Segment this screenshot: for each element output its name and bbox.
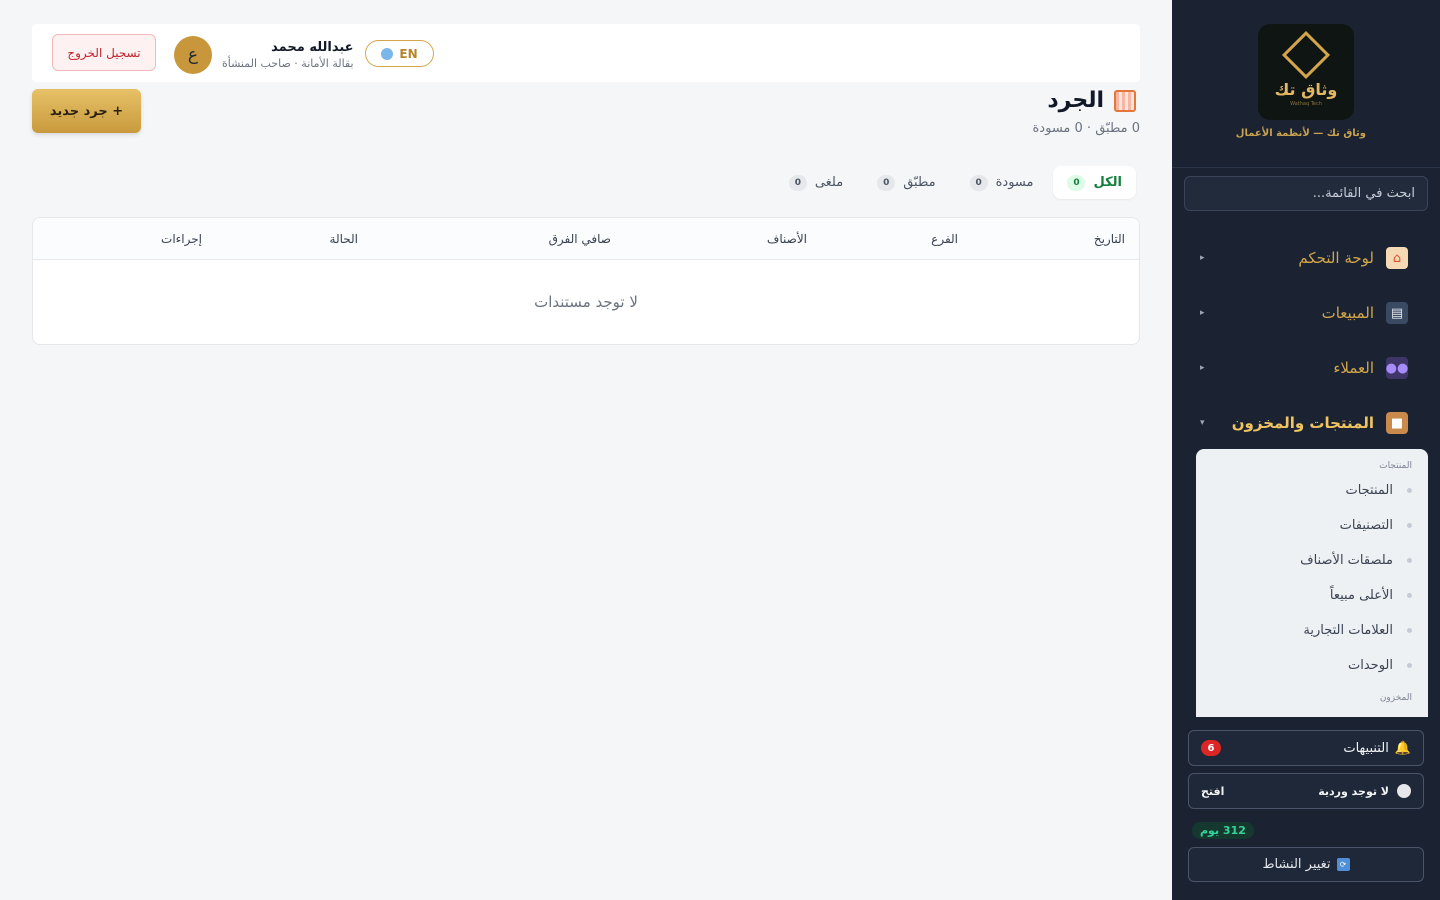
submenu-heading-products: المنتجات	[1379, 461, 1412, 471]
refresh-icon: ⟳	[1336, 858, 1350, 871]
tab-draft[interactable]: مسودة 0	[956, 166, 1048, 199]
column-header-status: الحالة	[329, 232, 358, 246]
shift-box: لا توجد وردية افتح	[1188, 773, 1424, 809]
page-title: الجرد	[1047, 88, 1104, 113]
tab-applied[interactable]: مطبّق 0	[863, 166, 949, 199]
switch-business-label: تغيير النشاط	[1262, 857, 1331, 872]
topbar: عبدالله محمد بقالة الأمانة · صاحب المنشأ…	[32, 24, 1140, 82]
nav-item-products-inventory[interactable]: ■ المنتجات والمخزون ▾	[1172, 403, 1440, 443]
logo-subtext: Wathaq Tech	[1290, 100, 1322, 107]
user-name: عبدالله محمد	[271, 40, 354, 55]
house-icon: ⌂	[1386, 247, 1408, 269]
tab-label: مسودة	[995, 175, 1034, 190]
bullet-icon	[1407, 628, 1412, 633]
logo-text: وثاق تك	[1274, 79, 1338, 99]
status-tabs: الكل 0 مسودة 0 مطبّق 0 ملغى 0	[775, 166, 1136, 199]
page-header: الجرد	[1047, 88, 1136, 113]
switch-business-button[interactable]: ⟳ تغيير النشاط	[1188, 847, 1424, 882]
nav-item-customers[interactable]: ●● العملاء ▸	[1172, 348, 1440, 388]
alerts-label: التنبيهات	[1343, 740, 1389, 756]
sidebar: وثاق تك Wathaq Tech وثاق تك — لأنظمة الأ…	[1172, 0, 1440, 900]
column-header-items: الأصناف	[766, 232, 807, 246]
subscription-days-badge: 312 يوم	[1192, 822, 1254, 839]
shift-status-label: لا توجد وردية	[1318, 784, 1389, 798]
user-role: بقالة الأمانة · صاحب المنشأة	[222, 57, 354, 70]
tab-count-badge: 0	[788, 174, 807, 191]
nav-item-dashboard[interactable]: ⌂ لوحة التحكم ▸	[1172, 238, 1440, 278]
submenu-heading-inventory: المخزون	[1379, 693, 1412, 703]
sidebar-divider	[1172, 167, 1440, 168]
nav-label: المبيعات	[1321, 304, 1374, 322]
nav-label: لوحة التحكم	[1298, 249, 1374, 267]
logo[interactable]: وثاق تك Wathaq Tech	[1258, 24, 1354, 120]
new-stocktake-button[interactable]: + جرد جديد	[32, 89, 141, 133]
column-header-actions: إجراءات	[161, 232, 202, 246]
tab-label: ملغى	[814, 175, 844, 190]
page-subtitle: 0 مطبّق · 0 مسودة	[1032, 121, 1141, 136]
chevron-left-icon: ▸	[1200, 253, 1205, 263]
submenu-item-labels[interactable]: ملصقات الأصناف	[1196, 543, 1428, 578]
table-header: التاريخ الفرع الأصناف صافي الفرق الحالة …	[33, 218, 1139, 260]
nav-item-sales[interactable]: ▤ المبيعات ▸	[1172, 293, 1440, 333]
nav-label: المنتجات والمخزون	[1231, 414, 1374, 432]
language-label: EN	[399, 46, 418, 61]
shift-status-icon	[1397, 784, 1411, 798]
column-header-date: التاريخ	[1093, 232, 1125, 246]
tab-label: مطبّق	[903, 175, 936, 190]
tagline: وثاق تك — لأنظمة الأعمال	[1235, 128, 1366, 139]
submenu-item-label: الوحدات	[1348, 658, 1393, 673]
shift-status: لا توجد وردية	[1318, 784, 1411, 798]
bullet-icon	[1407, 593, 1412, 598]
submenu-item-label: الأعلى مبيعاً	[1329, 588, 1393, 603]
cart-icon: ▤	[1386, 302, 1408, 324]
submenu-item-label: المنتجات	[1345, 483, 1393, 498]
alerts-label-wrap: 🔔 التنبيهات	[1343, 741, 1411, 756]
user-menu[interactable]: عبدالله محمد بقالة الأمانة · صاحب المنشأ…	[174, 36, 354, 74]
tab-all[interactable]: الكل 0	[1053, 166, 1136, 199]
logout-button[interactable]: تسجيل الخروج	[52, 34, 156, 71]
bullet-icon	[1407, 488, 1412, 493]
submenu-products: المنتجات المنتجات التصنيفات ملصقات الأصن…	[1196, 449, 1428, 717]
bullet-icon	[1407, 523, 1412, 528]
tab-count-badge: 0	[1067, 174, 1086, 191]
submenu-item-label: التصنيفات	[1339, 518, 1393, 533]
chevron-down-icon: ▾	[1200, 418, 1205, 428]
abacus-icon	[1114, 89, 1136, 112]
tab-count-badge: 0	[877, 174, 896, 191]
tab-label: الكل	[1093, 175, 1122, 190]
stocktake-table: التاريخ الفرع الأصناف صافي الفرق الحالة …	[32, 217, 1140, 345]
tab-count-badge: 0	[969, 174, 988, 191]
box-icon: ■	[1386, 412, 1408, 434]
submenu-item-label: العلامات التجارية	[1303, 623, 1393, 638]
empty-state-message: لا توجد مستندات	[534, 293, 638, 311]
submenu-item-units[interactable]: الوحدات	[1196, 648, 1428, 683]
submenu-item-label: ملصقات الأصناف	[1300, 553, 1393, 568]
chevron-left-icon: ▸	[1200, 308, 1205, 318]
users-icon: ●●	[1386, 357, 1408, 379]
user-info: عبدالله محمد بقالة الأمانة · صاحب المنشأ…	[222, 40, 354, 70]
bell-icon: 🔔	[1394, 740, 1411, 756]
submenu-item-top-selling[interactable]: الأعلى مبيعاً	[1196, 578, 1428, 613]
nav-label: العملاء	[1333, 359, 1374, 377]
submenu-item-brands[interactable]: العلامات التجارية	[1196, 613, 1428, 648]
logo-mark-icon	[1281, 30, 1331, 79]
column-header-net-difference: صافي الفرق	[548, 232, 611, 246]
column-header-branch: الفرع	[931, 232, 958, 246]
bullet-icon	[1407, 663, 1412, 668]
chevron-left-icon: ▸	[1200, 363, 1205, 373]
alerts-count-badge: 6	[1201, 740, 1221, 756]
tab-cancelled[interactable]: ملغى 0	[775, 166, 857, 199]
globe-icon	[381, 47, 394, 60]
sidebar-search-input[interactable]	[1184, 176, 1428, 211]
open-shift-button[interactable]: افتح	[1201, 785, 1224, 798]
submenu-item-categories[interactable]: التصنيفات	[1196, 508, 1428, 543]
bullet-icon	[1407, 558, 1412, 563]
avatar[interactable]: ع	[174, 36, 212, 74]
alerts-button[interactable]: 🔔 التنبيهات 6	[1188, 730, 1424, 766]
language-toggle-button[interactable]: EN	[365, 40, 434, 67]
submenu-item-products[interactable]: المنتجات	[1196, 473, 1428, 508]
